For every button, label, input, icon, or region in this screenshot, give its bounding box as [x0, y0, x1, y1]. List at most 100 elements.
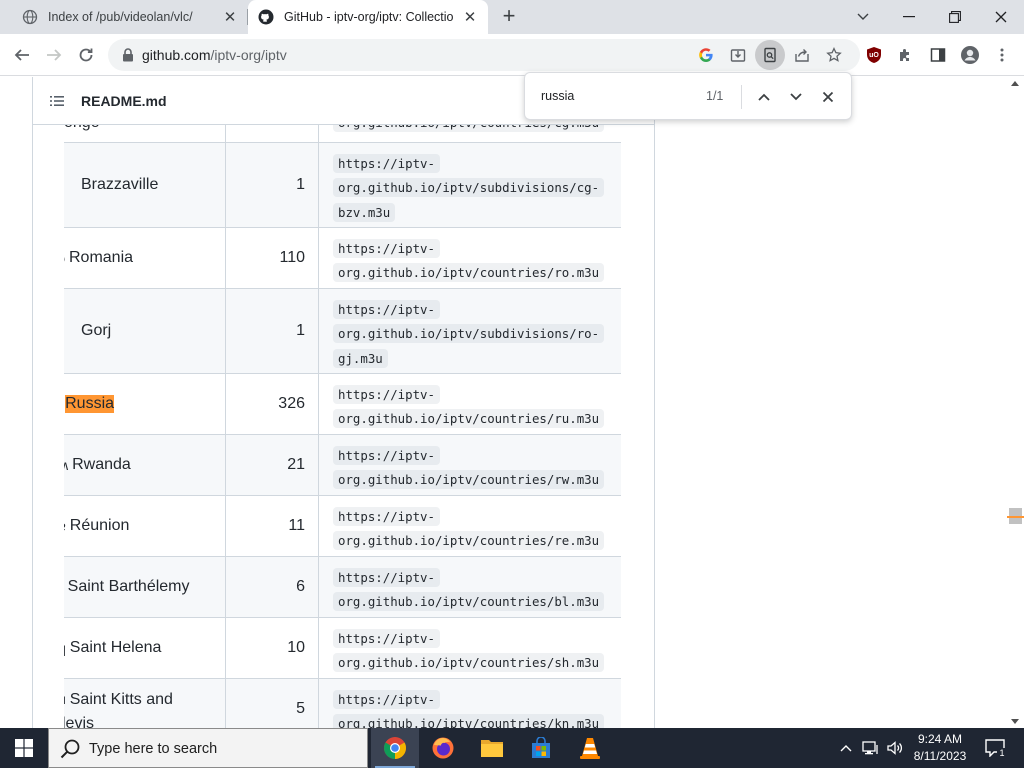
extensions-puzzle-icon[interactable]: [890, 39, 922, 71]
scroll-up-arrow-icon[interactable]: [1011, 81, 1019, 86]
minimize-button[interactable]: [886, 0, 932, 34]
outline-list-icon[interactable]: [49, 93, 65, 109]
channels-cell: 11: [226, 496, 319, 556]
channels-cell: 5: [226, 679, 319, 728]
taskbar-file-explorer[interactable]: [468, 728, 516, 768]
subdivision-name[interactable]: Brazzaville: [81, 176, 158, 194]
lock-icon[interactable]: [120, 47, 136, 63]
channel-count: 6: [296, 578, 305, 595]
vlc-cone-icon: [580, 738, 600, 759]
install-app-icon[interactable]: [722, 39, 754, 71]
tray-chevron-up-icon[interactable]: [836, 728, 856, 768]
country-name-cell: ɐRéunion: [64, 496, 226, 556]
address-bar[interactable]: github.com/iptv-org/iptv: [108, 39, 860, 71]
table-row: Gorj 1 https://iptv-org.github.io/iptv/s…: [64, 289, 621, 374]
playlist-url[interactable]: https://iptv-org.github.io/iptv/countrie…: [333, 629, 605, 673]
reload-button[interactable]: [70, 39, 102, 71]
find-in-page-icon[interactable]: [755, 40, 785, 70]
windows-start-icon[interactable]: [0, 728, 48, 768]
tab-vlc-index[interactable]: Index of /pub/videolan/vlc/ ✕: [12, 0, 248, 34]
playlist-url[interactable]: https://iptv-org.github.io/iptv/countrie…: [333, 239, 605, 283]
country-name-cell: ɩRussia: [64, 374, 226, 434]
find-previous-chevron-up-icon[interactable]: [752, 85, 776, 109]
playlist-url[interactable]: https://iptv-org.github.io/iptv/countrie…: [333, 385, 605, 429]
country-name-cell: ɥSaint Helena: [64, 618, 226, 678]
scroll-down-arrow-icon[interactable]: [1011, 719, 1019, 724]
store-icon: [532, 737, 550, 758]
playlist-cell: https://iptv-org.github.io/iptv/subdivis…: [319, 143, 621, 227]
folder-icon: [481, 740, 503, 757]
playlist-url[interactable]: https://iptv-org.github.io/iptv/countrie…: [333, 568, 605, 612]
playlist-cell: https://iptv-org.github.io/iptv/countrie…: [319, 496, 621, 556]
playlist-url[interactable]: https://iptv-org.github.io/iptv/subdivis…: [333, 300, 605, 368]
tab-github-iptv[interactable]: GitHub - iptv-org/iptv: Collection ✕: [248, 0, 488, 34]
share-icon[interactable]: [786, 39, 818, 71]
table-row: ɔRomania 110 https://iptv-org.github.io/…: [64, 228, 621, 289]
country-name-cell: ɴSaint Kitts and levis: [64, 679, 226, 728]
clock-date: 8/11/2023: [913, 749, 967, 763]
playlist-url[interactable]: https://iptv-org.github.io/iptv/subdivis…: [333, 154, 605, 222]
profile-avatar-icon[interactable]: [954, 39, 986, 71]
taskbar-search-box[interactable]: Type here to search: [48, 728, 368, 768]
find-result-marker: [1007, 516, 1024, 518]
browser-toolbar: github.com/iptv-org/iptv uO 18: [0, 34, 1024, 95]
find-close-icon[interactable]: [816, 85, 840, 109]
volume-icon[interactable]: [884, 728, 906, 768]
forward-button[interactable]: [38, 39, 70, 71]
country-name[interactable]: Saint Kitts and: [70, 691, 173, 708]
back-button[interactable]: [6, 39, 38, 71]
playlist-cell: https://iptv-org.github.io/iptv/subdivis…: [319, 289, 621, 373]
table-row: ɴSaint Kitts and levis 5 https://iptv-or…: [64, 679, 621, 728]
channels-cell: 110: [226, 228, 319, 288]
country-name[interactable]: Saint Helena: [70, 639, 162, 657]
taskbar-chrome[interactable]: [371, 728, 419, 768]
channel-count: 110: [279, 249, 305, 266]
channel-count: 1: [296, 176, 305, 193]
new-tab-button[interactable]: +: [497, 5, 521, 29]
bookmark-star-icon[interactable]: [818, 39, 850, 71]
globe-icon: [22, 9, 38, 25]
table-row: ɐRéunion 11 https://iptv-org.github.io/i…: [64, 496, 621, 557]
find-match-highlight[interactable]: Russia: [65, 395, 115, 413]
taskbar-firefox[interactable]: [419, 728, 467, 768]
playlist-url[interactable]: https://iptv-org.github.io/iptv/countrie…: [333, 690, 605, 728]
channel-count: 5: [296, 700, 305, 717]
svg-text:uO: uO: [869, 52, 879, 59]
taskbar-store[interactable]: [517, 728, 565, 768]
subdivision-name[interactable]: Gorj: [81, 322, 111, 340]
channels-cell: 6: [226, 557, 319, 617]
country-name[interactable]: Saint Barthélemy: [68, 578, 190, 596]
country-name-continued[interactable]: levis: [64, 715, 94, 728]
network-icon[interactable]: [860, 728, 882, 768]
notification-center-icon[interactable]: 1: [980, 728, 1010, 768]
country-name[interactable]: Réunion: [70, 517, 130, 535]
table-row: ɥSaint Helena 10 https://iptv-org.github…: [64, 618, 621, 679]
playlist-url[interactable]: https://iptv-org.github.io/iptv/countrie…: [333, 507, 605, 551]
url-host: github.com: [142, 47, 211, 63]
channel-count: 11: [288, 517, 305, 534]
tab-search-chevron-icon[interactable]: [840, 0, 886, 34]
flag-emoji-clipped: ɴ: [64, 691, 66, 707]
ublock-extension-icon[interactable]: uO: [858, 39, 890, 71]
restore-button[interactable]: [932, 0, 978, 34]
taskbar-clock[interactable]: 9:24 AM 8/11/2023: [912, 731, 968, 765]
table-row: ʟSaint Barthélemy 6 https://iptv-org.git…: [64, 557, 621, 618]
close-window-button[interactable]: [978, 0, 1024, 34]
search-placeholder: Type here to search: [89, 741, 218, 757]
taskbar-vlc[interactable]: [566, 728, 614, 768]
playlist-url[interactable]: https://iptv-org.github.io/iptv/countrie…: [333, 446, 605, 490]
tab-close-icon[interactable]: ✕: [222, 9, 238, 26]
find-next-chevron-down-icon[interactable]: [784, 85, 808, 109]
side-panel-icon[interactable]: [922, 39, 954, 71]
country-name[interactable]: Romania: [69, 249, 133, 267]
find-input[interactable]: russia: [541, 89, 574, 103]
table-row: ɩRussia 326 https://iptv-org.github.io/i…: [64, 374, 621, 435]
menu-kebab-icon[interactable]: [986, 39, 1018, 71]
vertical-scrollbar[interactable]: [1007, 77, 1024, 728]
tab-close-icon[interactable]: ✕: [462, 9, 478, 26]
channel-count: 1: [296, 322, 305, 339]
google-icon[interactable]: [690, 39, 722, 71]
channels-cell: 21: [226, 435, 319, 495]
page-content: ongo org.github.io/iptv/countries/cg.m3u…: [0, 77, 1024, 728]
country-name[interactable]: Rwanda: [72, 456, 131, 474]
